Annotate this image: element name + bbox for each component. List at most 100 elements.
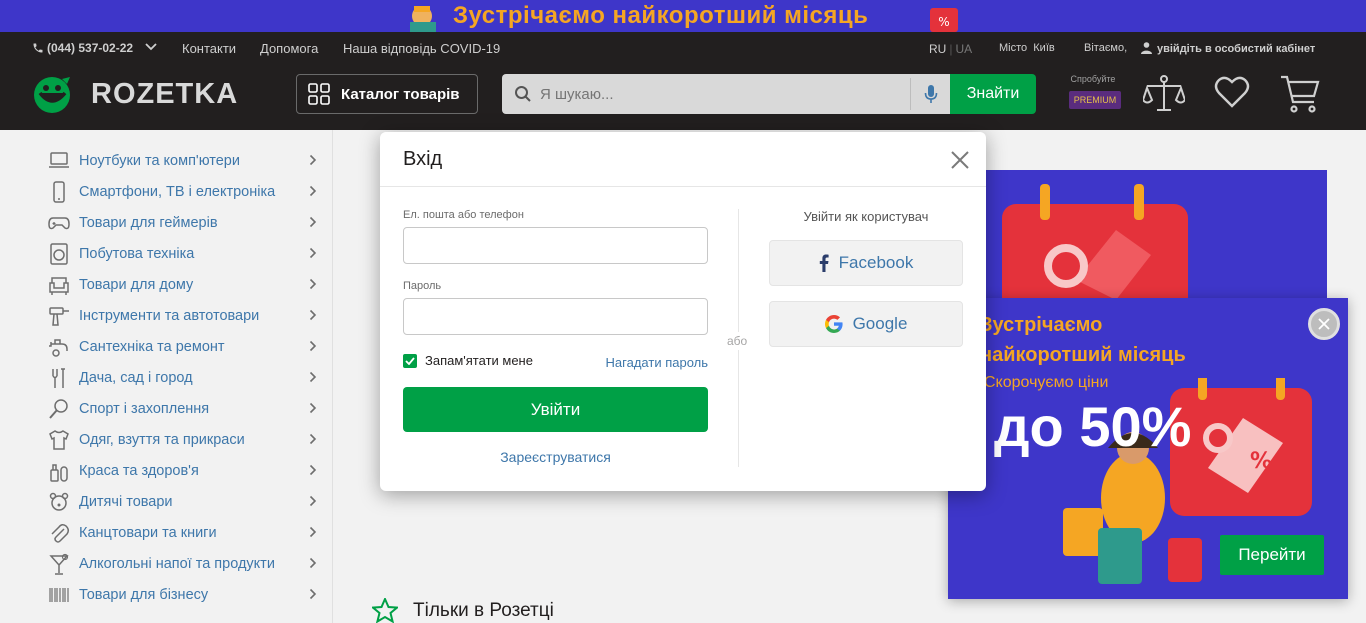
- teddy-icon: [48, 491, 70, 513]
- chevron-right-icon: [309, 464, 317, 476]
- promo-strip[interactable]: Зустрічаємо найкоротший місяць %: [0, 0, 1366, 32]
- sidebar-item-smartphone[interactable]: Смартфони, ТВ і електроніка: [0, 176, 332, 207]
- compare-scales-icon[interactable]: [1143, 74, 1185, 114]
- gamepad-icon: [48, 212, 70, 234]
- sidebar-item-garden-fork[interactable]: Дача, сад і город: [0, 362, 332, 393]
- popup-line1: Зустрічаємо: [980, 314, 1103, 336]
- wishlist-heart-icon[interactable]: [1214, 74, 1250, 110]
- catalog-button[interactable]: Каталог товарів: [296, 74, 478, 114]
- rozetka-logo[interactable]: ROZETKA: [32, 74, 238, 114]
- sidebar-item-cosmetics[interactable]: Краса та здоров'я: [0, 455, 332, 486]
- header-topbar: (044) 537-02-22 Контакти Допомога Наша в…: [0, 32, 1366, 64]
- sidebar-item-tshirt[interactable]: Одяг, взуття та прикраси: [0, 424, 332, 455]
- sidebar-item-teddy[interactable]: Дитячі товари: [0, 486, 332, 517]
- smiley-logo-icon: [34, 76, 70, 113]
- forgot-password-link[interactable]: Нагадати пароль: [606, 355, 708, 370]
- or-text: або: [727, 332, 748, 350]
- register-link[interactable]: Зареєструватися: [403, 449, 708, 465]
- category-sidebar: Ноутбуки та комп'ютери Смартфони, ТВ і ел…: [0, 130, 333, 623]
- password-label: Пароль: [403, 280, 442, 292]
- paperclip-icon: [48, 522, 70, 544]
- email-label: Ел. пошта або телефон: [403, 209, 524, 221]
- cabinet-link[interactable]: увійдіть в особистий кабінет: [1141, 42, 1315, 55]
- cocktail-icon: [48, 553, 70, 575]
- chevron-right-icon: [309, 588, 317, 600]
- sidebar-item-laptop[interactable]: Ноутбуки та комп'ютери: [0, 145, 332, 176]
- city-value: Київ: [1033, 42, 1055, 54]
- voice-search-button[interactable]: [910, 78, 950, 110]
- site-header: (044) 537-02-22 Контакти Допомога Наша в…: [0, 32, 1366, 130]
- close-icon: [1318, 318, 1330, 330]
- password-field[interactable]: [403, 298, 708, 335]
- promo-popup: % Зустрічаємо найкоротший місяць Скорочу…: [948, 298, 1348, 599]
- search-input[interactable]: [540, 85, 880, 103]
- covid-link[interactable]: Наша відповідь COVID-19: [343, 41, 500, 56]
- cart-icon[interactable]: [1280, 74, 1320, 114]
- chevron-right-icon: [309, 154, 317, 166]
- cabinet-label: увійдіть в особистий кабінет: [1157, 43, 1316, 55]
- microphone-icon: [924, 85, 937, 103]
- sidebar-item-label: Спорт і захоплення: [79, 400, 210, 417]
- popup-close-button[interactable]: [1308, 308, 1340, 340]
- popup-go-button[interactable]: Перейти: [1220, 535, 1324, 575]
- chevron-right-icon: [309, 216, 317, 228]
- search-bar: Знайти: [502, 74, 1036, 114]
- remember-me[interactable]: Запам'ятати мене: [403, 353, 533, 368]
- chevron-right-icon: [309, 185, 317, 197]
- faucet-icon: [48, 336, 70, 358]
- sidebar-item-gamepad[interactable]: Товари для геймерів: [0, 207, 332, 238]
- sidebar-item-label: Канцтовари та книги: [79, 524, 217, 541]
- star-icon: [372, 598, 398, 623]
- help-link[interactable]: Допомога: [260, 41, 318, 56]
- sidebar-item-cocktail[interactable]: Алкогольні напої та продукти: [0, 548, 332, 579]
- washer-icon: [48, 242, 70, 265]
- chevron-right-icon: [309, 278, 317, 290]
- sidebar-item-label: Побутова техніка: [79, 245, 195, 262]
- search-field: [502, 74, 950, 114]
- promo-girl-illustration: [410, 6, 436, 32]
- sidebar-item-armchair[interactable]: Товари для дому: [0, 269, 332, 300]
- tshirt-icon: [48, 429, 70, 451]
- close-icon[interactable]: [950, 150, 970, 170]
- sidebar-item-washer[interactable]: Побутова техніка: [0, 238, 332, 269]
- email-field[interactable]: [403, 227, 708, 264]
- sidebar-item-label: Одяг, взуття та прикраси: [79, 431, 245, 448]
- grid-icon: [308, 83, 330, 105]
- phone-icon: [33, 43, 43, 53]
- premium-badge: PREMIUM: [1068, 91, 1122, 109]
- chevron-right-icon: [309, 340, 317, 352]
- sidebar-item-faucet[interactable]: Сантехніка та ремонт: [0, 331, 332, 362]
- phone-link[interactable]: (044) 537-02-22: [32, 41, 133, 55]
- laptop-icon: [48, 150, 70, 172]
- logo-text: ROZETKA: [91, 77, 239, 110]
- lang-separator: |: [949, 42, 953, 56]
- main-banner[interactable]: [986, 170, 1327, 300]
- sidebar-item-paperclip[interactable]: Канцтовари та книги: [0, 517, 332, 548]
- lang-ru[interactable]: RU: [929, 42, 946, 56]
- sidebar-item-barcode[interactable]: Товари для бізнесу: [0, 579, 332, 610]
- sidebar-item-label: Товари для дому: [79, 276, 194, 293]
- sidebar-item-label: Краса та здоров'я: [79, 462, 199, 479]
- premium-promo[interactable]: Спробуйте PREMIUM: [1066, 74, 1124, 109]
- search-button[interactable]: Знайти: [950, 74, 1036, 114]
- sidebar-item-racket[interactable]: Спорт і захоплення: [0, 393, 332, 424]
- city-selector[interactable]: Місто Київ: [999, 42, 1055, 54]
- sidebar-item-label: Дитячі товари: [79, 493, 173, 510]
- chevron-right-icon: [309, 495, 317, 507]
- checkmark-icon: [405, 356, 415, 365]
- sidebar-item-label: Сантехніка та ремонт: [79, 338, 225, 355]
- chevron-right-icon: [309, 309, 317, 321]
- facebook-login-button[interactable]: Facebook: [769, 240, 963, 286]
- facebook-label: Facebook: [838, 253, 914, 272]
- social-heading: Увійти як користувач: [803, 209, 929, 224]
- remember-checkbox[interactable]: [403, 353, 417, 368]
- chevron-down-icon[interactable]: [145, 42, 157, 52]
- login-button[interactable]: Увійти: [403, 387, 708, 432]
- popup-discount: до 50%: [994, 395, 1192, 458]
- sidebar-item-drill[interactable]: Інструменти та автотовари: [0, 300, 332, 331]
- lang-ua[interactable]: UA: [955, 42, 972, 56]
- google-login-button[interactable]: Google: [769, 301, 963, 347]
- sidebar-item-label: Алкогольні напої та продукти: [79, 555, 275, 572]
- contacts-link[interactable]: Контакти: [182, 41, 236, 56]
- sidebar-item-label: Смартфони, ТВ і електроніка: [79, 183, 276, 200]
